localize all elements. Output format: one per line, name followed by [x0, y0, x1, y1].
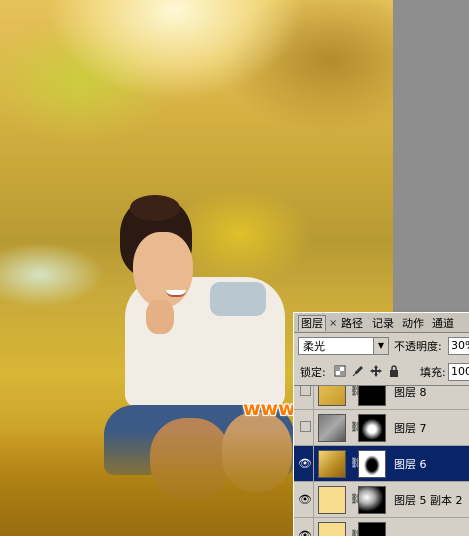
visibility-toggle[interactable]: [300, 386, 311, 396]
tab-layers[interactable]: 图层: [298, 315, 326, 331]
visibility-cell[interactable]: 👁: [296, 518, 314, 536]
blend-mode-value: 柔光: [303, 340, 325, 353]
layer-mask-thumbnail: [358, 486, 386, 514]
opacity-input[interactable]: 30%: [448, 337, 469, 355]
visibility-cell[interactable]: [296, 386, 314, 410]
opacity-label: 不透明度:: [394, 340, 442, 353]
chevron-down-icon[interactable]: ▼: [373, 338, 388, 354]
eye-icon[interactable]: 👁: [298, 493, 312, 506]
tab-history[interactable]: 记录: [372, 316, 394, 332]
tab-channels[interactable]: 通道: [432, 316, 454, 332]
lock-transparent-icon[interactable]: [334, 365, 346, 377]
woman-hand: [146, 300, 174, 334]
panel-tabs: 图层 × 路径 记录 动作 通道: [294, 313, 469, 333]
layer-mask-thumbnail: [358, 386, 386, 406]
tab-actions[interactable]: 动作: [402, 316, 424, 332]
tab-paths[interactable]: 路径: [341, 316, 363, 332]
visibility-toggle[interactable]: [300, 421, 311, 432]
layer-mask-thumbnail: [358, 522, 386, 536]
woman-face: [133, 232, 193, 308]
layer-row[interactable]: ⛓ 图层 8: [294, 386, 469, 410]
layer-mask-thumbnail: [358, 450, 386, 478]
fill-label: 填充:: [420, 366, 446, 379]
lock-label: 锁定:: [300, 366, 326, 379]
layer-name: 图层 7: [394, 422, 427, 435]
layer-name: 图层 5 副本 2: [394, 494, 463, 507]
layers-panel: 图层 × 路径 记录 动作 通道 柔光 ▼ 不透明度: 30% 锁定: 填充: …: [293, 312, 469, 536]
layer-mask-thumbnail: [358, 414, 386, 442]
lock-paint-icon[interactable]: [352, 365, 364, 377]
shirt-collar: [210, 282, 266, 316]
visibility-cell[interactable]: [296, 410, 314, 446]
lock-all-icon[interactable]: [388, 365, 400, 377]
layer-thumbnail: [318, 414, 346, 442]
layer-thumbnail: [318, 386, 346, 406]
woman-hair-bun: [130, 195, 180, 221]
layer-name: 图层 6: [394, 458, 427, 471]
layer-row-selected[interactable]: 👁 ⛓ 图层 6: [294, 446, 469, 482]
layer-thumbnail: [318, 522, 346, 536]
layer-row[interactable]: 👁 ⛓ 图层 5 副本 2: [294, 482, 469, 518]
visibility-cell[interactable]: 👁: [296, 446, 314, 482]
fill-input[interactable]: 100%: [448, 363, 469, 381]
layers-list: ⛓ 图层 8 ⛓ 图层 7 👁 ⛓ 图层 6 👁 ⛓ 图层 5 副本 2 👁 ⛓: [294, 385, 469, 536]
layer-thumbnail: [318, 486, 346, 514]
layer-name: 图层 8: [394, 386, 427, 399]
layer-row[interactable]: 👁 ⛓: [294, 518, 469, 536]
blend-mode-select[interactable]: 柔光 ▼: [298, 337, 389, 355]
layer-row[interactable]: ⛓ 图层 7: [294, 410, 469, 446]
workspace-background: [393, 0, 469, 308]
close-icon[interactable]: ×: [329, 317, 337, 331]
visibility-cell[interactable]: 👁: [296, 482, 314, 518]
eye-icon[interactable]: 👁: [298, 529, 312, 536]
layer-thumbnail: [318, 450, 346, 478]
lock-move-icon[interactable]: [370, 365, 382, 377]
eye-icon[interactable]: 👁: [298, 457, 312, 470]
